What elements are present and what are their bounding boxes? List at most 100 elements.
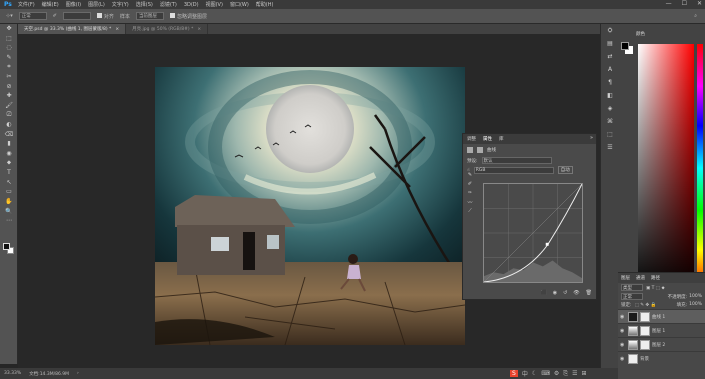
tool-icon[interactable]: ▮ bbox=[0, 139, 18, 149]
layer-kind-filter[interactable]: 类型 bbox=[621, 284, 643, 291]
panel-toggle-icon[interactable]: ⌘ bbox=[601, 115, 619, 128]
panel-toggle-icon[interactable]: ⇄ bbox=[601, 50, 619, 63]
tool-icon[interactable]: ⬚ bbox=[0, 34, 18, 44]
ignore-adjustment-wrap[interactable]: 忽略调整图层 bbox=[169, 12, 207, 20]
menu-view[interactable]: 视图(V) bbox=[206, 1, 223, 8]
menu-window[interactable]: 窗口(W) bbox=[230, 1, 249, 8]
mask-thumb[interactable] bbox=[640, 311, 650, 322]
tab-libraries[interactable]: 库 bbox=[499, 136, 504, 142]
panel-toggle-icon[interactable]: ▤ bbox=[601, 37, 619, 50]
menu-file[interactable]: 文件(F) bbox=[18, 1, 35, 8]
visibility-icon[interactable]: 👁 bbox=[573, 290, 579, 296]
channel-select[interactable]: RGB bbox=[473, 166, 554, 174]
layer-row[interactable]: ◉ 曲线 1 bbox=[618, 309, 705, 323]
blend-mode-select[interactable]: 正常 bbox=[621, 293, 643, 300]
minimize-button[interactable]: — bbox=[666, 0, 672, 7]
sample-gray-icon[interactable]: ✐ bbox=[466, 181, 474, 190]
tab-layers[interactable]: 图层 bbox=[621, 275, 630, 281]
opacity-field[interactable]: 100% bbox=[689, 294, 702, 300]
tool-icon[interactable]: ⬥ bbox=[0, 158, 18, 168]
tool-icon[interactable]: 🖌 bbox=[0, 101, 18, 111]
eye-icon[interactable]: ◉ bbox=[620, 328, 626, 334]
tool-icon[interactable]: ✥ bbox=[0, 24, 18, 34]
tray-icon[interactable]: ⊞ bbox=[581, 370, 586, 377]
collapse-icon[interactable]: » bbox=[590, 135, 593, 141]
tab-moon-jpg[interactable]: 月亮.jpg @ 50% (RGB/8#) * × bbox=[126, 24, 209, 34]
eye-icon[interactable]: ◉ bbox=[620, 356, 626, 362]
tool-icon[interactable]: 🔍 bbox=[0, 206, 18, 216]
menu-help[interactable]: 帮助(H) bbox=[256, 1, 274, 8]
ignore-adjustment-checkbox[interactable] bbox=[169, 12, 175, 18]
menu-image[interactable]: 图像(I) bbox=[66, 1, 81, 8]
sample-select[interactable]: 当前图层 bbox=[135, 12, 164, 20]
curve-control-point[interactable] bbox=[545, 242, 549, 246]
tool-icon[interactable]: ✋ bbox=[0, 197, 18, 207]
tool-icon[interactable]: ⊘ bbox=[0, 82, 18, 92]
close-button[interactable]: ✕ bbox=[697, 0, 702, 7]
draw-curve-icon[interactable]: ⟋ bbox=[466, 208, 474, 217]
panel-toggle-icon[interactable]: ⬚ bbox=[601, 128, 619, 141]
tray-icon[interactable]: ⚙ bbox=[554, 370, 559, 377]
layer-row[interactable]: ◉ 图层 2 bbox=[618, 337, 705, 351]
status-menu-arrow[interactable]: › bbox=[77, 371, 79, 376]
panel-toggle-icon[interactable]: ☰ bbox=[601, 141, 619, 154]
sample-black-icon[interactable]: ✎ bbox=[466, 172, 474, 181]
aligned-checkbox-wrap[interactable]: 对齐 bbox=[96, 12, 114, 20]
brush-settings-icon[interactable]: ✐ bbox=[53, 13, 57, 19]
preset-select[interactable]: 默认 bbox=[481, 157, 552, 164]
tray-icon[interactable]: ☾ bbox=[532, 370, 537, 377]
tool-icon[interactable]: ◐ bbox=[0, 120, 18, 130]
tool-icon[interactable]: ▭ bbox=[0, 187, 18, 197]
delete-icon[interactable]: 🗑 bbox=[586, 290, 592, 296]
tray-icon[interactable]: S bbox=[510, 370, 518, 377]
tool-icon[interactable]: ⌫ bbox=[0, 130, 18, 140]
panel-toggle-icon[interactable]: ◧ bbox=[601, 89, 619, 102]
color-panel-tab[interactable]: 颜色 bbox=[636, 31, 645, 37]
panel-toggle-icon[interactable]: ¶ bbox=[601, 76, 619, 89]
tab-paths[interactable]: 路径 bbox=[651, 275, 660, 281]
tray-icon[interactable]: 中 bbox=[522, 369, 528, 378]
filter-icons[interactable]: ▣ T ⬚ ⬥ bbox=[646, 285, 665, 291]
tool-icon[interactable]: ◌ bbox=[0, 43, 18, 53]
close-tab-icon[interactable]: × bbox=[197, 27, 201, 32]
brush-size-field[interactable] bbox=[62, 12, 91, 20]
search-icon[interactable]: ⌕ bbox=[694, 13, 697, 19]
layer-row[interactable]: ◉ 背景 bbox=[618, 351, 705, 365]
sample-white-icon[interactable]: ✑ bbox=[466, 190, 474, 199]
mask-thumb[interactable] bbox=[640, 339, 650, 350]
foreground-color-swatch[interactable] bbox=[3, 243, 10, 250]
tab-adjustments[interactable]: 调整 bbox=[467, 136, 476, 142]
document-canvas[interactable] bbox=[155, 67, 465, 345]
edit-points-icon[interactable]: 〰 bbox=[466, 199, 474, 208]
aligned-checkbox[interactable] bbox=[96, 12, 102, 18]
mode-select[interactable]: 正常 bbox=[18, 12, 47, 20]
color-picker-field[interactable] bbox=[638, 44, 694, 292]
lock-icons[interactable]: ⬚ ✎ ✥ 🔒 bbox=[635, 303, 657, 308]
panel-toggle-icon[interactable]: ◈ bbox=[601, 102, 619, 115]
tray-icon[interactable]: ⎘ bbox=[563, 370, 568, 378]
menu-select[interactable]: 选择(S) bbox=[136, 1, 153, 8]
tool-icon[interactable]: ✂ bbox=[0, 72, 18, 82]
tool-icon[interactable]: ⋯ bbox=[0, 216, 18, 226]
maximize-button[interactable]: ☐ bbox=[682, 0, 687, 7]
menu-layer[interactable]: 图层(L) bbox=[88, 1, 105, 8]
curves-graph[interactable] bbox=[483, 183, 583, 283]
panel-toggle-icon[interactable]: A bbox=[601, 63, 619, 76]
tab-sky-psd[interactable]: 天空.psd @ 33.3% (曲线 1, 图层蒙版/8) * × bbox=[18, 24, 127, 34]
close-tab-icon[interactable]: × bbox=[115, 27, 119, 32]
tool-icon[interactable]: ⌗ bbox=[0, 62, 18, 72]
tray-icon[interactable]: ☰ bbox=[572, 370, 577, 377]
tool-icon[interactable]: ◉ bbox=[0, 149, 18, 159]
mask-thumb[interactable] bbox=[640, 325, 650, 336]
tool-icon[interactable]: ✚ bbox=[0, 91, 18, 101]
tool-icon[interactable]: ⎚ bbox=[0, 110, 18, 120]
reset-icon[interactable]: ↺ bbox=[563, 290, 567, 296]
hue-slider[interactable] bbox=[697, 44, 703, 292]
color-fg-swatch[interactable] bbox=[621, 42, 629, 50]
fill-field[interactable]: 100% bbox=[689, 302, 702, 308]
tool-icon[interactable]: T bbox=[0, 168, 18, 178]
eye-icon[interactable]: ◉ bbox=[620, 342, 626, 348]
tool-icon[interactable]: ✎ bbox=[0, 53, 18, 63]
tray-icon[interactable]: ⌨ bbox=[541, 370, 550, 377]
layer-row[interactable]: ◉ 图层 1 bbox=[618, 323, 705, 337]
